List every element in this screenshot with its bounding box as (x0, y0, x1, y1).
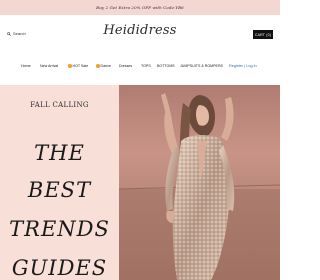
nav-item-home[interactable]: Home (21, 64, 31, 68)
main-nav: Home New Arrival HOT Sale Dance Dresses … (0, 60, 280, 72)
model-photo-illustration (119, 85, 280, 280)
hero-model-photo[interactable] (119, 85, 280, 280)
site-header: Search Heididress CART (0) (0, 15, 280, 57)
hero-line-1: THE (34, 141, 85, 165)
promo-text: Buy 2 Get Extra 20% OFF with Code:YB6 (96, 5, 184, 10)
nav-item-jumpsuits[interactable]: JUMPSUITS & ROMPERS (180, 64, 223, 68)
hero-line-2: BEST (27, 178, 92, 202)
nav-item-new-arrival[interactable]: New Arrival (40, 64, 58, 68)
nav-item-dresses[interactable]: Dresses (119, 64, 132, 68)
cart-button[interactable]: CART (0) (253, 30, 273, 39)
promo-bar[interactable]: Buy 2 Get Extra 20% OFF with Code:YB6 (0, 0, 280, 15)
nav-item-tops[interactable]: TOPS (141, 64, 151, 68)
nav-item-dance[interactable]: Dance (96, 64, 111, 68)
register-login-link[interactable]: Register | Log in (229, 64, 257, 68)
hot-badge-icon (68, 64, 72, 68)
hero-line-3: TRENDS (9, 217, 110, 241)
nav-item-hot-sale[interactable]: HOT Sale (68, 64, 88, 68)
nav-item-bottoms[interactable]: BOTTOMS (157, 64, 175, 68)
dance-badge-icon (96, 64, 100, 68)
hero-line-4: GUIDES (11, 256, 108, 280)
hero-kicker: FALL CALLING (30, 101, 89, 109)
site-logo[interactable]: Heididress (0, 23, 280, 38)
